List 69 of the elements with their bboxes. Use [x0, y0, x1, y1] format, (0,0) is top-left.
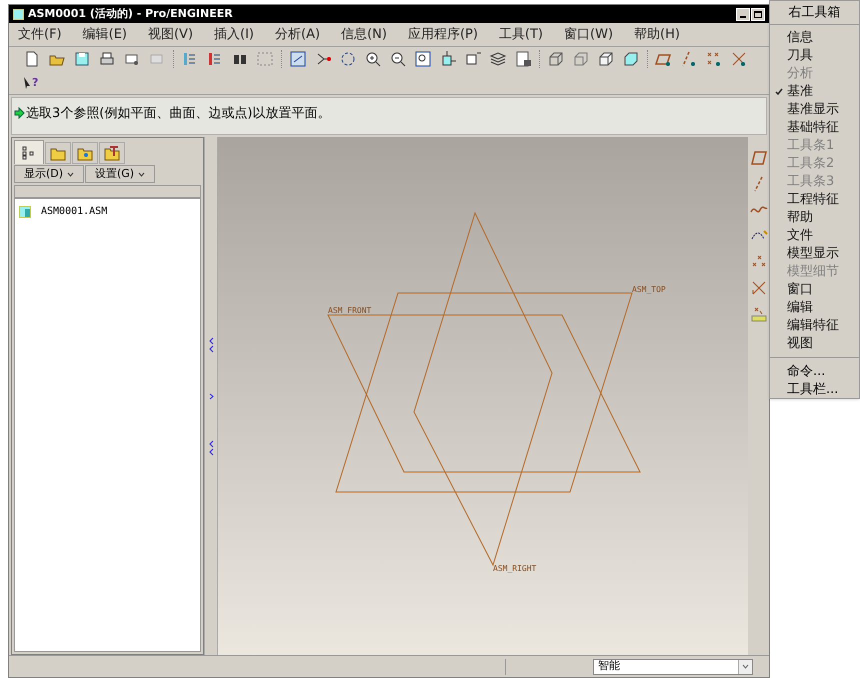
hidden-line-icon[interactable]: [572, 50, 590, 68]
menu-item[interactable]: 窗口(W): [564, 24, 614, 44]
whats-this-help-button[interactable]: ?: [23, 76, 38, 90]
navigator-tab[interactable]: [72, 142, 98, 164]
menu-item[interactable]: 信息(N): [341, 24, 387, 44]
navigator-tab[interactable]: [45, 142, 71, 164]
menu-item[interactable]: 视图(V): [148, 24, 194, 44]
navigator-tab[interactable]: [14, 140, 44, 164]
tree-item[interactable]: ASM0001.ASM: [41, 204, 108, 219]
datum-plane-icon[interactable]: [750, 149, 768, 167]
menu-item[interactable]: 刀具: [770, 47, 859, 65]
save-icon[interactable]: [73, 50, 91, 68]
folder-icon: [104, 145, 120, 161]
menu-item[interactable]: 信息: [770, 29, 859, 47]
checkmark-icon: [774, 88, 782, 96]
menu-item[interactable]: 插入(I): [214, 24, 254, 44]
menu-item[interactable]: 帮助(H): [634, 24, 680, 44]
datum-label: ASM_TOP: [632, 285, 666, 294]
menu-item[interactable]: 工具栏...: [770, 380, 859, 398]
minimize-button[interactable]: [736, 8, 750, 20]
message-text: 选取3个参照(例如平面、曲面、边或点)以放置平面。: [26, 105, 330, 123]
filter-dropdown[interactable]: 智能: [593, 658, 753, 674]
menu-item[interactable]: 窗口: [770, 281, 859, 299]
menu-title: 右工具箱: [770, 1, 859, 25]
dropdown-caret-icon[interactable]: [738, 660, 752, 674]
menu-item[interactable]: 文件: [770, 227, 859, 245]
arrow-icon: [14, 107, 25, 119]
collapse-arrows-icon[interactable]: [208, 440, 214, 456]
menu-item[interactable]: 基础特征: [770, 119, 859, 137]
no-hidden-icon[interactable]: [597, 50, 615, 68]
zoom-out-icon[interactable]: [389, 50, 407, 68]
caret-icon: [67, 172, 74, 176]
shaded-cube-icon[interactable]: [622, 50, 640, 68]
menu-item[interactable]: 模型显示: [770, 245, 859, 263]
menu-item[interactable]: 分析(A): [275, 24, 320, 44]
datum-label: ASM_RIGHT: [493, 564, 536, 573]
coordinate-system-display-icon[interactable]: [730, 50, 748, 68]
dropdown-button[interactable]: 显示(D): [14, 165, 84, 183]
menu-item[interactable]: 基准显示: [770, 101, 859, 119]
collapse-arrows-icon[interactable]: [208, 336, 214, 352]
assembly-icon: [19, 206, 31, 218]
coordinate-system-icon[interactable]: [750, 279, 768, 297]
window-icon[interactable]: [289, 50, 307, 68]
window-title: ASM0001 (活动的) - Pro/ENGINEER: [28, 6, 233, 22]
layers-icon[interactable]: [489, 50, 507, 68]
menu-item[interactable]: 文件(F): [18, 24, 62, 44]
analysis-feature-icon[interactable]: [750, 305, 768, 323]
menu-item[interactable]: 命令...: [770, 362, 859, 380]
wireframe-icon[interactable]: [547, 50, 565, 68]
menu-item[interactable]: 基准: [770, 83, 859, 101]
menu-item[interactable]: 编辑(E): [82, 24, 127, 44]
dropdown-button[interactable]: 设置(G): [85, 165, 155, 183]
menu-item[interactable]: 编辑: [770, 299, 859, 317]
menu-item[interactable]: 工具(T): [498, 24, 544, 44]
caret-icon: [138, 172, 146, 176]
zoom-in-icon[interactable]: [364, 50, 382, 68]
menu-item[interactable]: 应用程序(P): [408, 24, 478, 44]
menu-item[interactable]: 帮助: [770, 209, 859, 227]
tree-icon: [22, 146, 36, 160]
menu-item[interactable]: 工程特征: [770, 191, 859, 209]
maximize-button[interactable]: [751, 8, 765, 20]
datum-label: ASM_FRONT: [328, 306, 372, 315]
menu-item[interactable]: 视图: [770, 335, 859, 353]
app-icon: [13, 8, 24, 20]
datum-axis-display-icon[interactable]: [680, 50, 698, 68]
menu-item[interactable]: 编辑特征: [770, 317, 859, 335]
navigator-tab[interactable]: [99, 142, 125, 164]
zoom-fit-icon[interactable]: [414, 50, 432, 68]
datum-point-display-icon[interactable]: [705, 50, 723, 68]
